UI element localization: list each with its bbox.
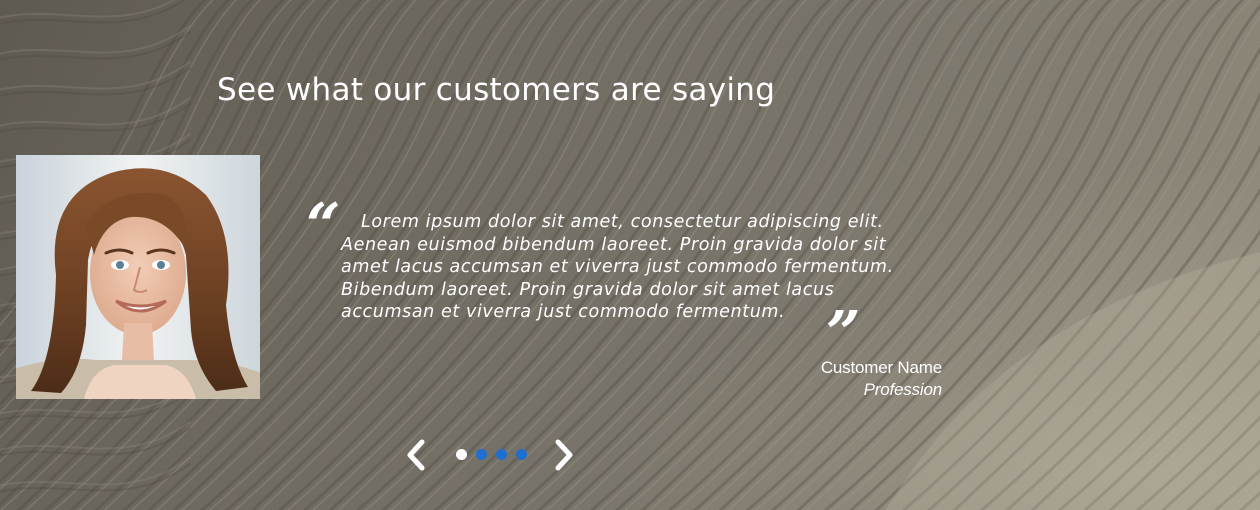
carousel-dot[interactable] xyxy=(496,449,507,460)
close-quote-icon: ” xyxy=(826,299,861,369)
carousel-dot[interactable] xyxy=(476,449,487,460)
customer-name: Customer Name xyxy=(820,358,942,377)
chevron-left-icon xyxy=(407,439,425,471)
section-title: See what our customers are saying xyxy=(217,72,776,108)
open-quote-icon: “ xyxy=(306,191,341,261)
customer-profession: Profession xyxy=(863,380,943,399)
carousel-next-button[interactable] xyxy=(550,438,578,472)
chevron-right-icon xyxy=(555,439,573,471)
carousel-prev-button[interactable] xyxy=(402,438,430,472)
testimonial-section: See what our customers are saying “ Lore… xyxy=(0,0,1260,510)
customer-photo xyxy=(16,155,260,399)
carousel-dot[interactable] xyxy=(456,449,467,460)
carousel-pagination xyxy=(456,449,527,461)
carousel-dot[interactable] xyxy=(516,449,527,460)
